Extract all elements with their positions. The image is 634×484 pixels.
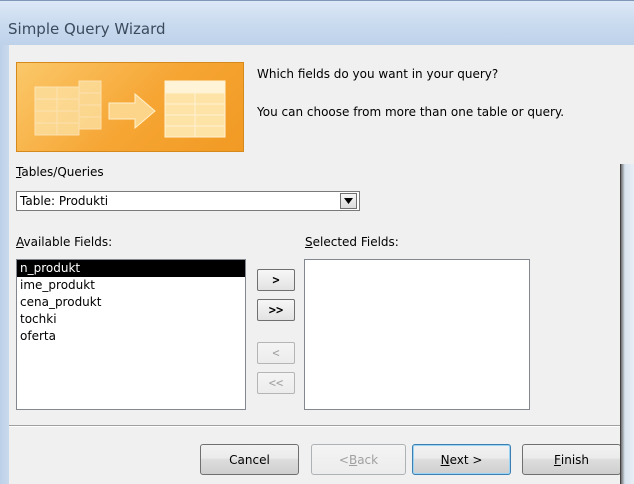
title-bar[interactable]: Simple Query Wizard [0, 1, 634, 45]
cancel-button[interactable]: Cancel [200, 444, 299, 475]
footer-divider [9, 425, 634, 427]
tables-queries-dropdown[interactable]: Table: Produkti [16, 191, 360, 211]
available-field-item[interactable]: n_produkt [17, 260, 245, 277]
table-transfer-icon [34, 80, 226, 138]
back-button[interactable]: < Back [311, 444, 406, 475]
background-window-edge [620, 164, 634, 484]
finish-button[interactable]: Finish [522, 444, 621, 475]
next-button[interactable]: Next > [412, 444, 511, 475]
available-field-item[interactable]: oferta [17, 328, 245, 345]
available-fields-list[interactable]: n_produkt ime_produkt cena_produkt tochki of… [16, 259, 246, 410]
window-title: Simple Query Wizard [8, 20, 166, 38]
add-field-button[interactable]: > [257, 269, 295, 291]
window-frame-left [0, 45, 9, 484]
add-all-fields-button[interactable]: >> [257, 299, 295, 321]
available-fields-label: Available Fields: [16, 235, 113, 249]
tables-queries-value: Table: Produkti [20, 194, 109, 208]
available-field-item[interactable]: tochki [17, 311, 245, 328]
wizard-banner-image [16, 62, 244, 152]
available-field-item[interactable]: ime_produkt [17, 277, 245, 294]
remove-all-fields-button[interactable]: << [257, 372, 295, 394]
query-wizard-window: Simple Query Wizard Which fields do you … [0, 0, 634, 484]
available-field-item[interactable]: cena_produkt [17, 294, 245, 311]
selected-fields-label: Selected Fields: [305, 235, 399, 249]
prompt-question: Which fields do you want in your query? [257, 67, 499, 81]
remove-field-button[interactable]: < [257, 342, 295, 364]
tables-queries-label: Tables/Queries [16, 165, 104, 179]
chevron-down-icon[interactable] [340, 193, 357, 209]
selected-fields-list[interactable] [304, 259, 530, 410]
wizard-content: Which fields do you want in your query? … [9, 45, 634, 484]
prompt-hint: You can choose from more than one table … [257, 105, 565, 119]
